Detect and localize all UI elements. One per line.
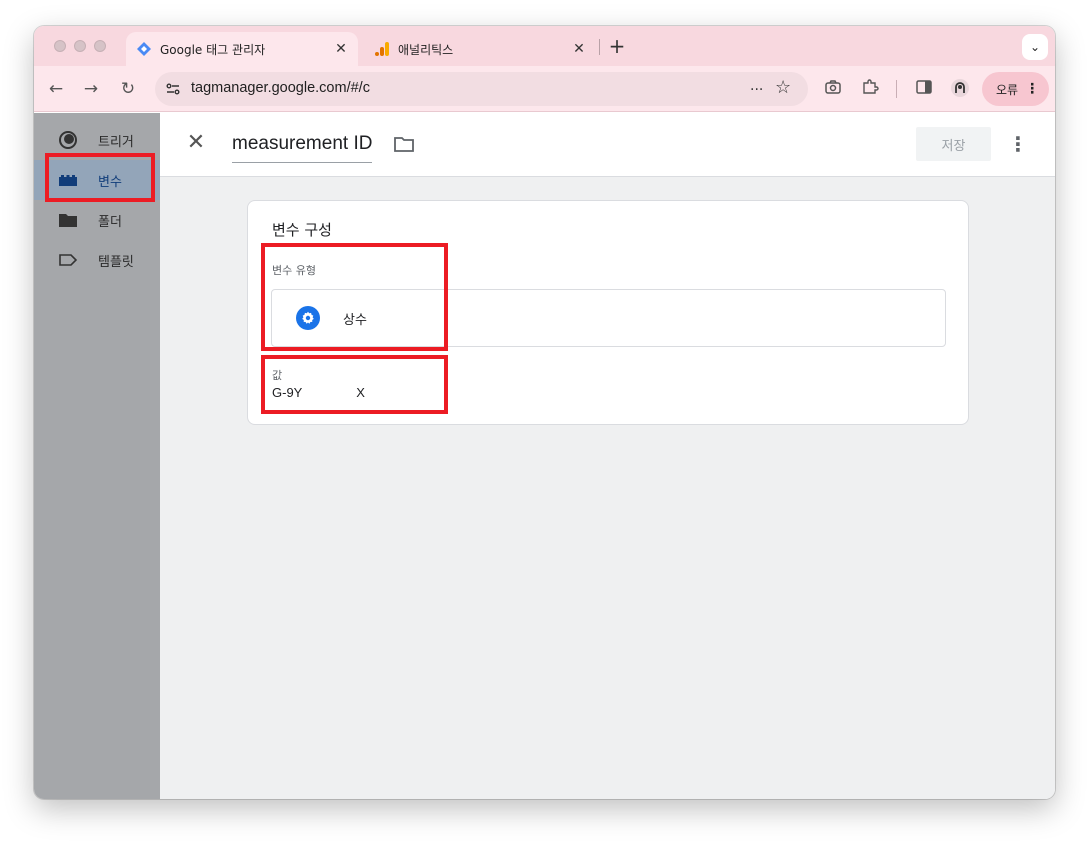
new-tab-button[interactable]: +	[606, 34, 628, 58]
tab-title: 애널리틱스	[398, 42, 454, 57]
variable-name-input[interactable]: measurement ID	[232, 133, 373, 163]
tab-strip: Google 태그 관리자 ✕ 애널리틱스 ✕ + ⌄	[34, 26, 1055, 66]
forward-arrow-icon[interactable]: →	[80, 78, 102, 100]
app-content: 트리거 변수 폴더 템플릿 ✕ measurement ID 저장 ⋮ 변수 구…	[34, 113, 1055, 799]
browser-toolbar: ← → ↻ tagmanager.google.com/#/c ... ☆ 오류…	[34, 66, 1055, 112]
close-tab-icon[interactable]: ✕	[568, 41, 590, 57]
error-button[interactable]: 오류 ⋮	[982, 72, 1049, 106]
tab-search-button[interactable]: ⌄	[1022, 34, 1048, 60]
variable-icon	[58, 170, 78, 190]
extensions-puzzle-icon[interactable]	[859, 78, 881, 100]
template-tag-icon	[58, 250, 78, 270]
window-minimize-button[interactable]	[74, 40, 86, 52]
sidebar-item-label: 템플릿	[98, 254, 134, 270]
sidebar-item-folders[interactable]: 폴더	[34, 200, 160, 240]
variable-type-name: 상수	[343, 313, 367, 328]
camera-icon[interactable]	[822, 78, 844, 100]
folder-icon	[58, 210, 78, 230]
sidebar-item-triggers[interactable]: 트리거	[34, 120, 160, 160]
tab-title: Google 태그 관리자	[160, 42, 266, 57]
side-panel-icon[interactable]	[913, 78, 935, 100]
card-title: 변수 구성	[272, 221, 332, 239]
url-text[interactable]: tagmanager.google.com/#/c	[191, 80, 381, 100]
site-settings-icon[interactable]	[165, 81, 181, 97]
variable-editor-panel: ✕ measurement ID 저장 ⋮ 변수 구성 변수 유형 상수 값 G…	[160, 113, 1055, 799]
window-zoom-button[interactable]	[94, 40, 106, 52]
bookmark-star-icon[interactable]: ☆	[775, 77, 791, 98]
profile-avatar-icon[interactable]	[949, 78, 971, 100]
sidebar-item-label: 폴더	[98, 214, 122, 230]
variable-configuration-card: 변수 구성 변수 유형 상수 값 G-9Y X	[247, 200, 969, 425]
address-bar[interactable]: tagmanager.google.com/#/c ... ☆	[155, 72, 808, 106]
back-arrow-icon[interactable]: ←	[45, 78, 67, 100]
more-options-icon[interactable]: ⋮	[1008, 131, 1028, 157]
reload-icon[interactable]: ↻	[117, 78, 139, 100]
sidebar-item-label: 트리거	[98, 134, 134, 150]
sidebar-item-variables[interactable]: 변수	[34, 160, 160, 200]
folder-outline-icon[interactable]	[393, 135, 415, 155]
close-editor-icon[interactable]: ✕	[184, 131, 208, 155]
gear-icon	[296, 306, 320, 330]
gtm-diamond-icon	[136, 41, 152, 57]
sidebar-item-templates[interactable]: 템플릿	[34, 240, 160, 280]
trigger-icon	[58, 130, 78, 150]
value-label: 값	[272, 369, 283, 382]
tab-analytics[interactable]: 애널리틱스 ✕	[364, 32, 596, 66]
tab-divider	[599, 39, 600, 55]
browser-window: Google 태그 관리자 ✕ 애널리틱스 ✕ + ⌄ ← → ↻ tagman…	[34, 26, 1055, 799]
save-button[interactable]: 저장	[916, 127, 991, 161]
error-label: 오류	[996, 82, 1019, 97]
editor-header: ✕ measurement ID 저장 ⋮	[160, 113, 1055, 177]
window-close-button[interactable]	[54, 40, 66, 52]
variable-type-selector[interactable]: 상수	[271, 289, 946, 347]
value-field[interactable]: G-9Y X	[272, 385, 365, 400]
tab-google-tag-manager[interactable]: Google 태그 관리자 ✕	[126, 32, 358, 66]
analytics-bars-icon	[374, 41, 390, 57]
sidebar-item-label: 변수	[98, 174, 122, 190]
sidebar: 트리거 변수 폴더 템플릿	[34, 113, 168, 799]
close-tab-icon[interactable]: ✕	[330, 41, 352, 57]
more-vert-icon: ⋮	[1025, 81, 1040, 97]
variable-type-label: 변수 유형	[272, 264, 316, 277]
toolbar-divider	[896, 80, 897, 98]
url-overflow-icon[interactable]: ...	[750, 78, 763, 94]
